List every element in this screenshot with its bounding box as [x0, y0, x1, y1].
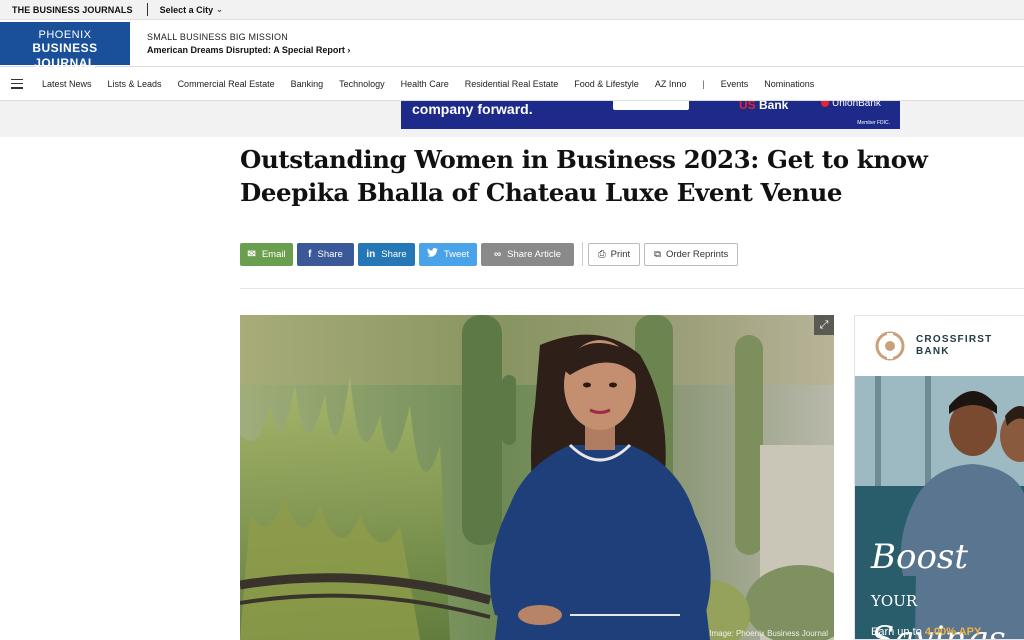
nav-divider: | [702, 78, 705, 89]
article-title: Outstanding Women in Business 2023: Get … [240, 145, 928, 207]
banner-ad[interactable]: company forward. US Bank UnionBank Membe… [401, 101, 900, 129]
order-reprints-label: Order Reprints [665, 248, 729, 260]
nav-latest-news[interactable]: Latest News [42, 79, 92, 89]
twitter-bird-icon [426, 248, 438, 260]
divider [240, 288, 1024, 289]
nav-lists-leads[interactable]: Lists & Leads [108, 79, 162, 89]
order-reprints-button[interactable]: ⧉ Order Reprints [644, 242, 739, 266]
ad-rate-prefix: Earn up to [871, 626, 925, 638]
email-share-button[interactable]: ✉ Email [240, 242, 293, 266]
nav-residential-real-estate[interactable]: Residential Real Estate [465, 79, 559, 89]
portrait-illustration [240, 315, 834, 640]
nav-nominations[interactable]: Nominations [764, 79, 814, 89]
promo-headline-text: American Dreams Disrupted: A Special Rep… [147, 45, 345, 55]
site-logo[interactable]: PHOENIX BUSINESS JOURNAL [0, 22, 130, 70]
share-toolbar: ✉ Email f Share in Share Tweet ∞ Share A… [240, 242, 742, 266]
chevron-right-icon: › [347, 45, 351, 55]
unionbank-logo-text: UnionBank [832, 101, 881, 109]
linkedin-share-button[interactable]: in Share [358, 242, 415, 266]
banner-ad-button[interactable] [613, 101, 689, 110]
print-button[interactable]: ⎙ Print [588, 242, 641, 266]
sidebar-ad[interactable]: CROSSFIRST BANK Boost YOUR Savings Earn … [854, 315, 1024, 640]
main-nav: Latest News Lists & Leads Commercial Rea… [0, 67, 1024, 101]
chevron-down-icon: ⌄ [216, 5, 223, 14]
expand-icon[interactable]: ⤢ [814, 315, 834, 335]
ad-rate-line: Earn up to 4.00% APY [871, 626, 981, 638]
email-label: Email [261, 248, 286, 260]
nav-commercial-real-estate[interactable]: Commercial Real Estate [178, 79, 275, 89]
ad-headline-boost: Boost [871, 537, 969, 577]
ad-headline-your: YOUR [871, 592, 918, 610]
network-brand-link[interactable]: THE BUSINESS JOURNALS [0, 5, 133, 15]
crossfirst-mark-icon [875, 331, 905, 361]
usbank-logo: US Bank [739, 101, 788, 112]
site-header: PHOENIX BUSINESS JOURNAL SMALL BUSINESS … [0, 21, 1024, 70]
twitter-label: Tweet [443, 248, 470, 260]
envelope-icon: ✉ [247, 248, 256, 260]
banner-ad-text: company forward. [412, 101, 533, 117]
linkedin-label: Share [381, 248, 407, 260]
nav-events[interactable]: Events [721, 79, 749, 89]
unionbank-logo: UnionBank [821, 101, 881, 109]
divider [146, 3, 148, 16]
crossfirst-bank-logo: CROSSFIRST BANK [855, 316, 1024, 376]
nav-banking[interactable]: Banking [291, 79, 324, 89]
facebook-icon: f [308, 248, 312, 260]
unionbank-mark-icon [821, 101, 829, 108]
city-selector-label: Select a City [159, 4, 214, 15]
twitter-share-button[interactable]: Tweet [419, 242, 477, 266]
nav-health-care[interactable]: Health Care [401, 79, 449, 89]
fdic-note: Member FDIC. [857, 120, 890, 126]
top-bar: THE BUSINESS JOURNALS Select a City ⌄ [0, 0, 1024, 20]
printer-icon: ⎙ [598, 248, 606, 260]
copy-icon: ⧉ [654, 248, 661, 260]
linkedin-icon: in [366, 248, 376, 260]
bank-name-line1: CROSSFIRST [916, 334, 993, 345]
hamburger-menu-icon[interactable] [11, 78, 23, 89]
article-photo[interactable]: ⤢ Image: Phoenix Business Journal [240, 315, 834, 640]
usbank-logo-us: US [739, 101, 756, 112]
promo-link[interactable]: SMALL BUSINESS BIG MISSION American Drea… [147, 32, 350, 55]
ad-headline: Boost YOUR Savings [871, 537, 1024, 639]
promo-headline: American Dreams Disrupted: A Special Rep… [147, 45, 350, 55]
facebook-share-button[interactable]: f Share [297, 242, 354, 266]
share-article-label: Share Article [507, 248, 561, 260]
city-selector[interactable]: Select a City ⌄ [160, 5, 223, 15]
facebook-label: Share [317, 248, 343, 260]
photo-credit: Image: Phoenix Business Journal [709, 629, 828, 638]
print-label: Print [610, 248, 631, 260]
logo-city: PHOENIX [38, 29, 92, 41]
bank-name-line2: BANK [916, 346, 950, 357]
nav-technology[interactable]: Technology [339, 79, 385, 89]
ad-rate-value: 4.00% APY [924, 626, 982, 638]
promo-kicker: SMALL BUSINESS BIG MISSION [147, 32, 288, 42]
divider [582, 242, 583, 266]
share-article-button[interactable]: ∞ Share Article [481, 242, 574, 266]
nav-food-lifestyle[interactable]: Food & Lifestyle [574, 79, 639, 89]
link-icon: ∞ [493, 248, 502, 260]
usbank-logo-bank: Bank [759, 101, 789, 112]
nav-az-inno[interactable]: AZ Inno [655, 79, 687, 89]
